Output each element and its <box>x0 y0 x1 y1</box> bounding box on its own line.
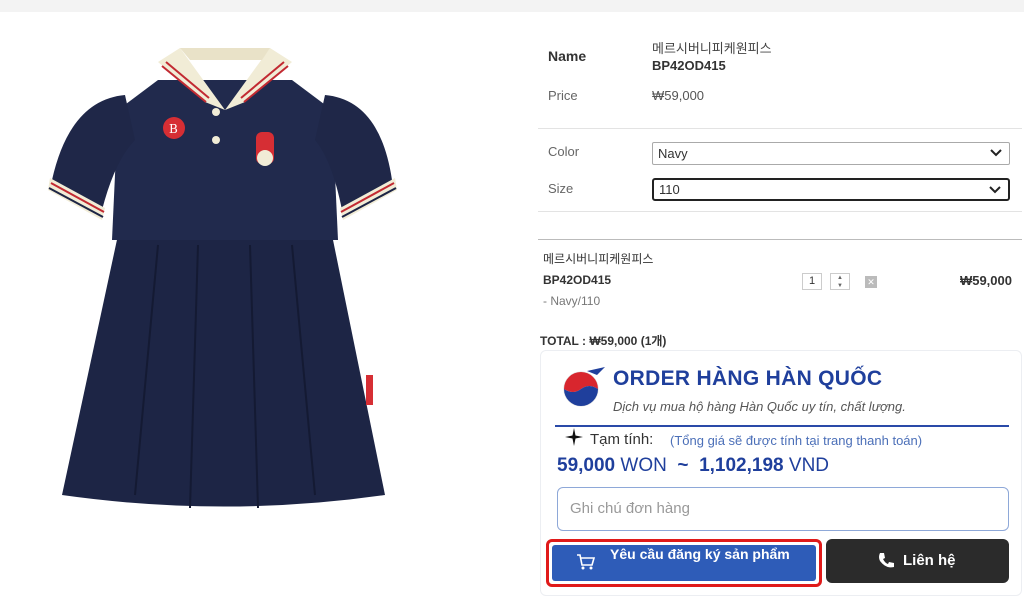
navy-polo-dress-image: B <box>48 48 397 509</box>
shopping-cart-icon <box>577 554 596 570</box>
product-code: BP42OD415 <box>652 58 726 73</box>
decrease-icon[interactable]: ▼ <box>831 282 849 290</box>
tam-tinh-label: Tạm tính: <box>590 431 654 448</box>
chevron-down-icon <box>990 149 1002 157</box>
color-select-value: Navy <box>658 146 688 161</box>
tam-tinh-note: (Tổng giá sẽ được tính tại trang thanh t… <box>670 433 923 448</box>
quantity-stepper[interactable]: ▲ ▼ <box>830 273 850 290</box>
price-label: Price <box>548 88 578 103</box>
phone-icon <box>879 553 894 568</box>
product-name: 메르시버니피케원피스 <box>652 41 772 56</box>
price-value: ₩59,000 <box>652 88 705 103</box>
svg-text:B: B <box>169 122 178 136</box>
price-won: 59,000 <box>557 455 616 476</box>
size-label: Size <box>548 181 574 196</box>
top-bar <box>0 0 1024 12</box>
total-price: TOTAL : ₩59,000 (1개) <box>540 334 667 348</box>
request-button-label: Yêu cầu đăng ký sản phẩm <box>610 546 790 562</box>
contact-button[interactable]: Liên hệ <box>826 539 1009 583</box>
increase-icon[interactable]: ▲ <box>831 274 849 282</box>
contact-button-label: Liên hệ <box>903 552 956 569</box>
order-widget: ORDER HÀNG HÀN QUỐC Dịch vụ mua hộ hàng … <box>540 350 1022 596</box>
estimated-price: 59,000 WON ~ 1,102,198 VND <box>557 455 829 477</box>
won-unit: WON <box>620 455 667 476</box>
tilde: ~ <box>677 455 689 476</box>
color-select[interactable]: Navy <box>652 142 1010 165</box>
vnd-unit: VND <box>788 455 830 476</box>
size-select[interactable]: 110 <box>652 178 1010 201</box>
cart-item-code: BP42OD415 <box>543 273 612 287</box>
cart-item-name: 메르시버니피케원피스 <box>543 252 654 266</box>
request-product-button[interactable]: Yêu cầu đăng ký sản phẩm <box>546 539 822 587</box>
quantity-input[interactable]: 1 <box>802 273 822 290</box>
cart-item-price: ₩59,000 <box>959 273 1012 288</box>
size-select-value: 110 <box>659 182 680 197</box>
color-label: Color <box>548 144 580 159</box>
cart-item-option: - Navy/110 <box>543 294 601 308</box>
brand-title: ORDER HÀNG HÀN QUỐC <box>613 367 883 390</box>
divider <box>555 425 1009 427</box>
brand-subtitle: Dịch vụ mua hộ hàng Hàn Quốc uy tín, chấ… <box>613 399 906 414</box>
order-note-input[interactable]: Ghi chú đơn hàng <box>557 487 1009 531</box>
chevron-down-icon <box>989 186 1001 194</box>
name-label: Name <box>548 48 587 64</box>
korea-airplane-logo-icon <box>563 367 605 407</box>
remove-item-icon[interactable]: ✕ <box>865 276 877 288</box>
price-vnd: 1,102,198 <box>699 455 784 476</box>
sparkle-icon <box>565 428 583 446</box>
